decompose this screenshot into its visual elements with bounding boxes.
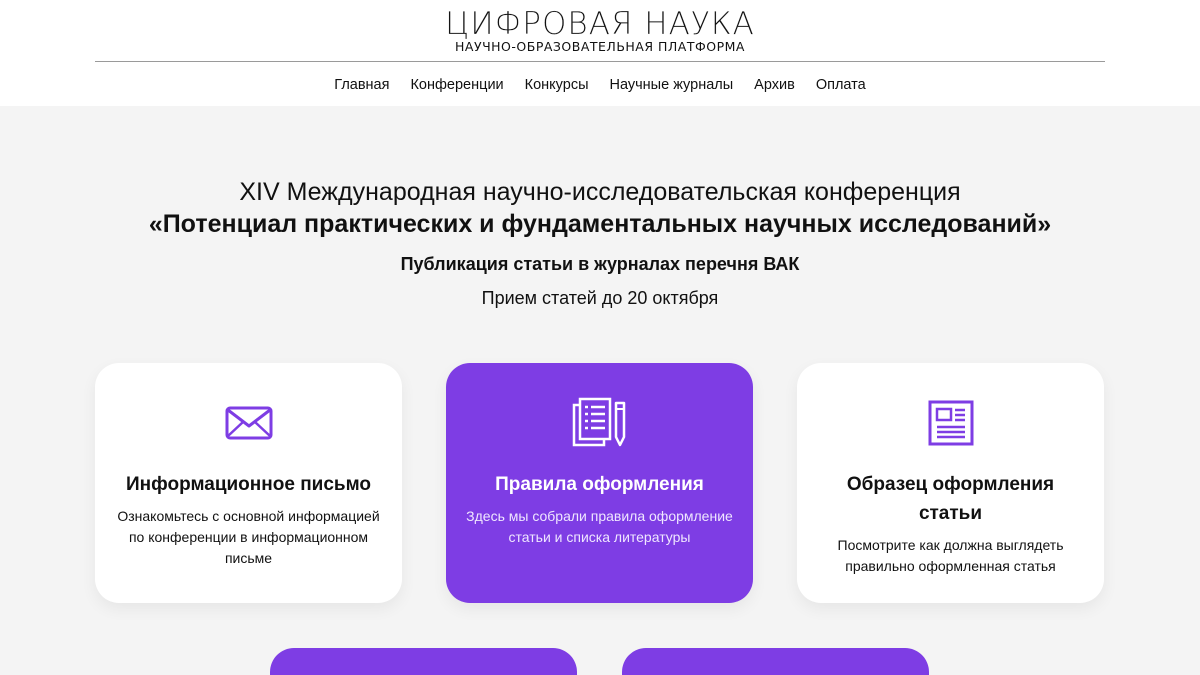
nav-item-archive[interactable]: Архив bbox=[754, 75, 795, 95]
card-bottom-left[interactable] bbox=[270, 648, 577, 675]
card-info-letter[interactable]: Информационное письмо Ознакомьтесь с осн… bbox=[95, 363, 402, 603]
card-formatting-rules[interactable]: Правила оформления Здесь мы собрали прав… bbox=[446, 363, 753, 603]
nav-item-contests[interactable]: Конкурсы bbox=[525, 75, 589, 95]
site-header: ЦИФРОВАЯ НАУКА НАУЧНО-ОБРАЗОВАТЕЛЬНАЯ ПЛ… bbox=[0, 0, 1200, 106]
publication-note: Публикация статьи в журналах перечня ВАК bbox=[400, 254, 800, 274]
site-logo[interactable]: ЦИФРОВАЯ НАУКА НАУЧНО-ОБРАЗОВАТЕЛЬНАЯ ПЛ… bbox=[0, 8, 1200, 54]
logo-title: ЦИФРОВАЯ НАУКА bbox=[445, 6, 755, 42]
nav-item-payment[interactable]: Оплата bbox=[816, 75, 866, 95]
card-description: Здесь мы собрали правила оформление стат… bbox=[466, 508, 733, 545]
card-title: Информационное письмо bbox=[125, 474, 372, 495]
card-bottom-right[interactable] bbox=[622, 648, 929, 675]
envelope-icon bbox=[95, 395, 402, 451]
conference-name: «Потенциал практических и фундаментальны… bbox=[148, 210, 1052, 238]
header-divider bbox=[95, 61, 1105, 62]
nav-item-conferences[interactable]: Конференции bbox=[410, 75, 503, 95]
conference-heading: XIV Международная научно-исследовательск… bbox=[239, 178, 961, 206]
nav-item-home[interactable]: Главная bbox=[334, 75, 389, 95]
card-description: Ознакомьтесь с основной информацией по к… bbox=[117, 508, 380, 566]
nav-item-journals[interactable]: Научные журналы bbox=[610, 75, 734, 95]
logo-subtitle: НАУЧНО-ОБРАЗОВАТЕЛЬНАЯ ПЛАТФОРМА bbox=[455, 39, 745, 54]
card-description: Посмотрите как должна выглядеть правильн… bbox=[837, 537, 1064, 574]
main-nav: Главная Конференции Конкурсы Научные жур… bbox=[0, 75, 1200, 95]
card-title: Образец оформления статьи bbox=[846, 474, 1055, 524]
conference-hero: XIV Международная научно-исследовательск… bbox=[0, 176, 1200, 310]
card-title: Правила оформления bbox=[495, 474, 704, 495]
card-article-sample[interactable]: Образец оформления статьи Посмотрите как… bbox=[797, 363, 1104, 603]
article-layout-icon bbox=[797, 395, 1104, 451]
deadline-note: Прием статей до 20 октября bbox=[481, 288, 719, 308]
document-pencil-icon bbox=[446, 395, 753, 451]
